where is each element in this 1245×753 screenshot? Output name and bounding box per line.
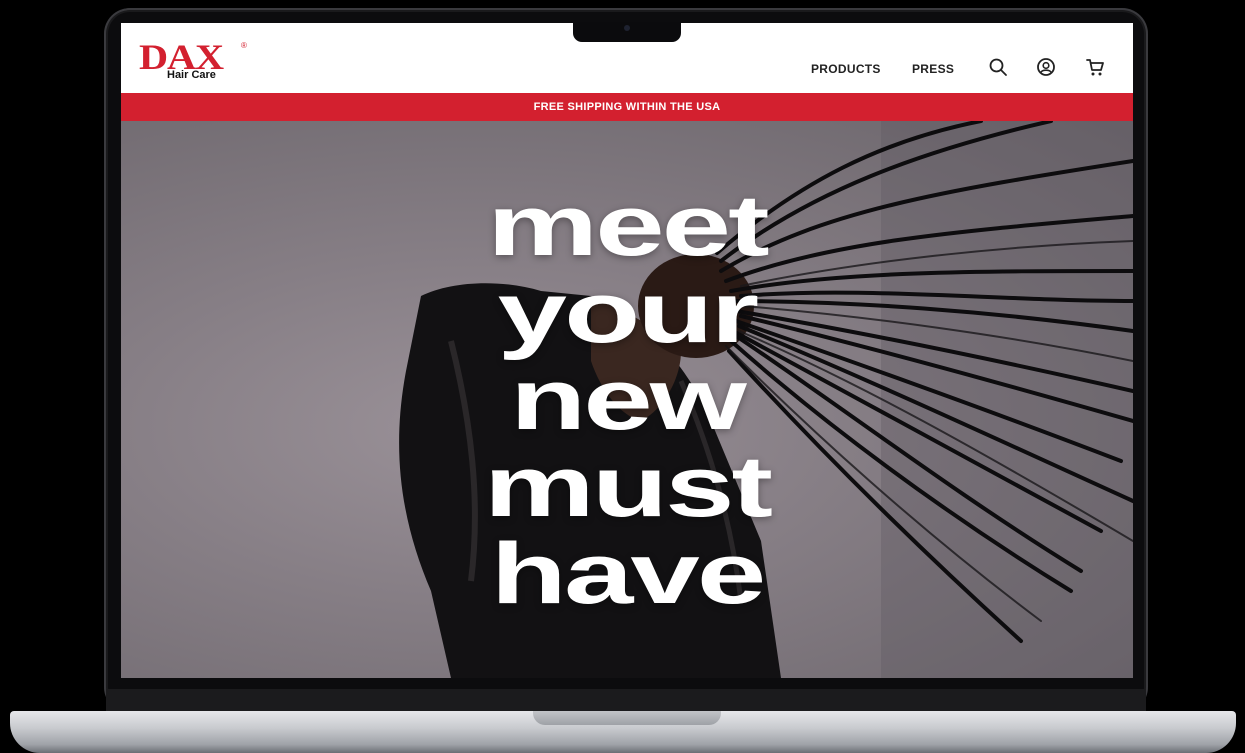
hero-line-3: new: [510, 352, 747, 448]
promo-banner: FREE SHIPPING WITHIN THE USA: [121, 93, 1133, 121]
hero-line-2: your: [497, 265, 760, 361]
promo-text: FREE SHIPPING WITHIN THE USA: [533, 101, 721, 113]
laptop-bezel-bottom: [106, 689, 1146, 711]
camera-icon: [624, 25, 630, 31]
logo-subline: Hair Care: [167, 69, 216, 81]
hero-banner[interactable]: meet your new must have: [121, 121, 1133, 678]
search-icon[interactable]: [987, 56, 1009, 78]
account-icon[interactable]: [1035, 56, 1057, 78]
hero-line-5: have: [490, 526, 767, 622]
hero-line-4: must: [483, 439, 773, 535]
cart-icon[interactable]: [1084, 56, 1106, 78]
brand-logo[interactable]: DAX ® Hair Care: [139, 39, 251, 83]
nav-products-link[interactable]: PRODUCTS: [811, 62, 881, 76]
nav-press-link[interactable]: PRESS: [912, 62, 954, 76]
laptop-notch: [573, 22, 681, 42]
hero-line-1: meet: [487, 178, 769, 274]
laptop-screen: DAX ® Hair Care PRODUCTS PRESS FREE SHIP…: [121, 23, 1133, 678]
laptop-opening-lip: [533, 711, 721, 725]
hero-headline: meet your new must have: [121, 183, 1133, 618]
logo-registered-mark: ®: [241, 41, 247, 50]
